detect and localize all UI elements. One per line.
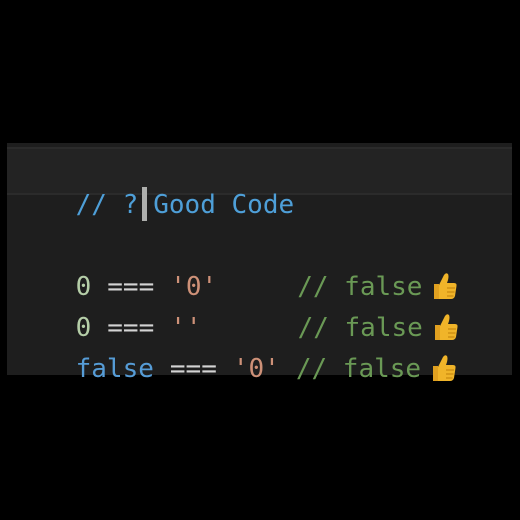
- code-line-2[interactable]: 0 === ''// false: [13, 274, 459, 343]
- strict-equal-operator: ===: [169, 354, 217, 384]
- header-title: Good Code: [153, 190, 295, 220]
- thumbs-up-icon: [433, 354, 456, 381]
- text-cursor: [142, 186, 148, 221]
- operand-right: '0': [232, 354, 280, 384]
- code-line-1[interactable]: 0 === '0'// false: [13, 233, 458, 302]
- header-comment-line[interactable]: // ? Good Code: [13, 151, 294, 221]
- result-comment: // false: [295, 354, 422, 384]
- code-editor[interactable]: // ? Good Code 0 === '0'// false 0 === ''// f…: [7, 143, 512, 384]
- header-comment-prefix: // ?: [75, 190, 139, 220]
- operand-left: false: [75, 354, 154, 384]
- code-line-3[interactable]: false === '0' // false: [13, 315, 457, 384]
